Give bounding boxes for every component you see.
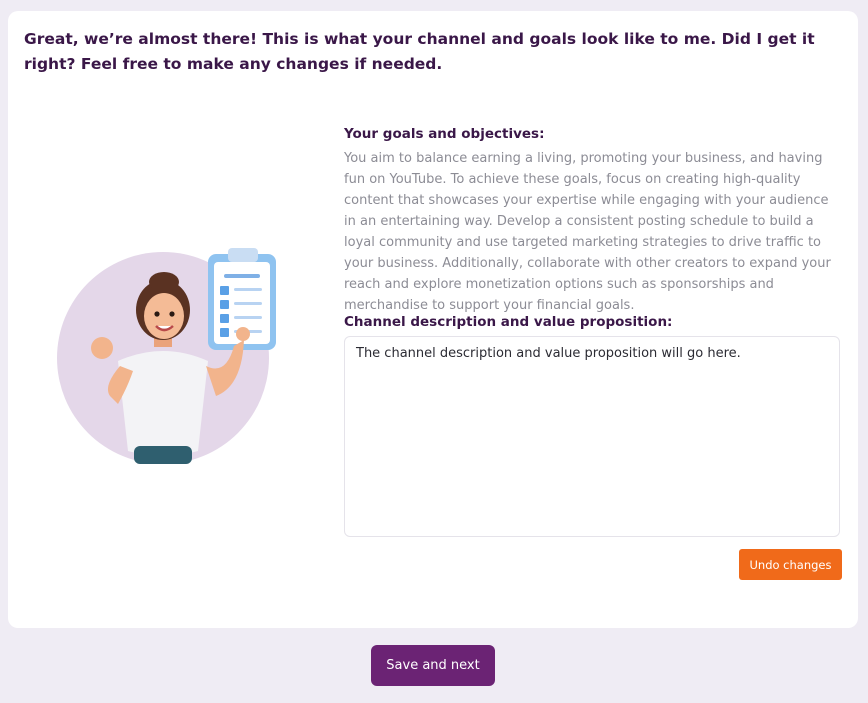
intro-message: Great, we’re almost there! This is what … (24, 30, 815, 73)
goals-text: You aim to balance earning a living, pro… (344, 151, 831, 313)
undo-changes-button[interactable]: Undo changes (739, 549, 842, 580)
goals-heading: Your goals and objectives: (344, 126, 545, 142)
save-and-next-button[interactable]: Save and next (371, 645, 495, 686)
main-card: Great, we’re almost there! This is what … (8, 11, 858, 628)
channel-description-heading: Channel description and value propositio… (344, 314, 673, 330)
woman-with-checklist-illustration (57, 248, 276, 464)
channel-description-input[interactable]: The channel description and value propos… (344, 336, 840, 537)
